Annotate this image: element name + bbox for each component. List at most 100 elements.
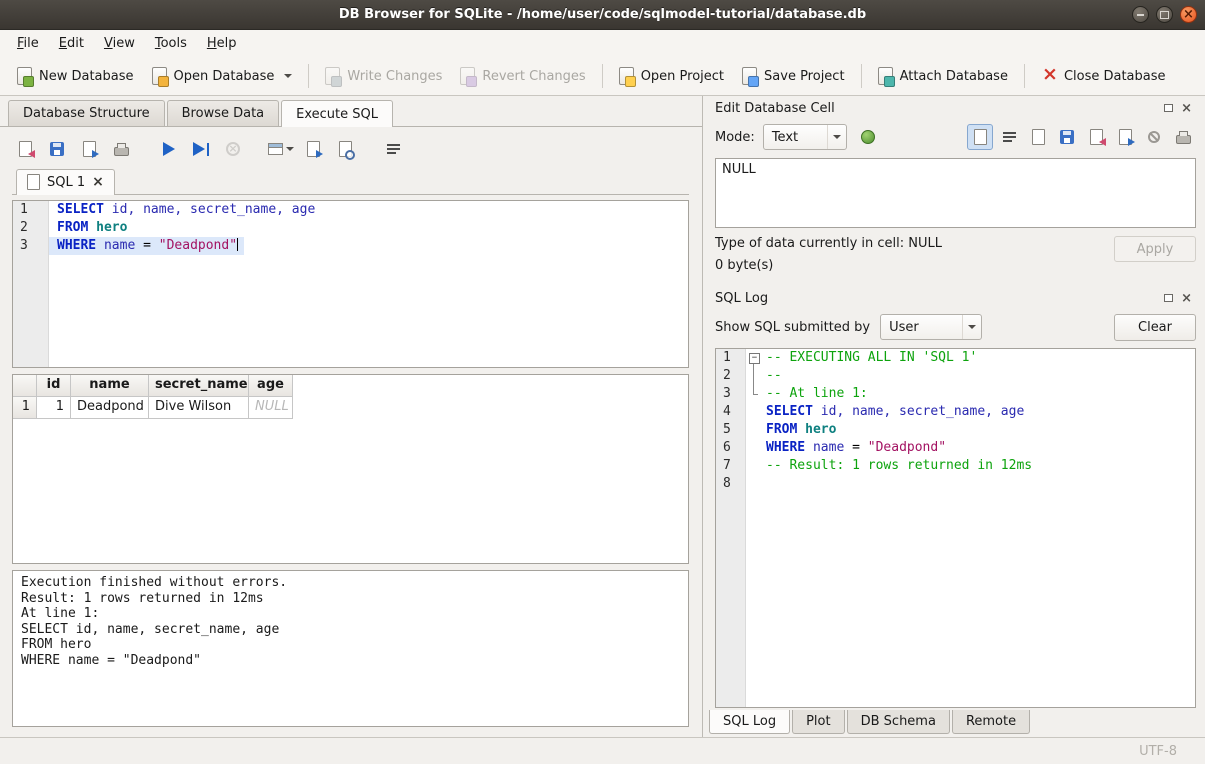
save-sql-file-as-button[interactable] — [76, 136, 102, 162]
save-cell-button[interactable] — [1054, 124, 1080, 150]
app-window: DB Browser for SQLite - /home/user/code/… — [0, 0, 1205, 764]
set-null-button[interactable] — [1141, 124, 1167, 150]
save-project-button[interactable]: Save Project — [733, 62, 854, 90]
sql-file-icon — [27, 174, 40, 190]
cell-size-info: 0 byte(s) — [715, 258, 1114, 273]
cell-editor[interactable]: NULL — [715, 158, 1196, 228]
open-project-button[interactable]: Open Project — [610, 62, 733, 90]
message-line: WHERE name = "Deadpond" — [21, 653, 680, 669]
titlebar[interactable]: DB Browser for SQLite - /home/user/code/… — [0, 0, 1205, 30]
results-column-header[interactable]: name — [71, 375, 149, 397]
text-view-button[interactable] — [967, 124, 993, 150]
execute-sql-body: SQL 1 × 1SELECT id, name, secret_name, a… — [0, 127, 702, 737]
cell-info-row: Type of data currently in cell: NULL 0 b… — [708, 228, 1196, 286]
save-sql-file-button[interactable] — [44, 136, 70, 162]
execute-line-button[interactable] — [188, 136, 214, 162]
line-number: 8 — [716, 475, 746, 493]
stop-execution-button[interactable] — [220, 136, 246, 162]
window-title: DB Browser for SQLite - /home/user/code/… — [0, 7, 1205, 22]
menu-edit[interactable]: Edit — [49, 32, 94, 55]
execute-sql-pane: Database Structure Browse Data Execute S… — [0, 96, 703, 737]
results-column-header[interactable]: id — [37, 375, 71, 397]
open-database-button[interactable]: Open Database — [143, 62, 302, 90]
sql-log-line: 4SELECT id, name, secret_name, age — [716, 403, 1195, 421]
close-panel-icon[interactable] — [1181, 101, 1192, 116]
undock-panel-icon[interactable] — [1164, 104, 1173, 112]
minimize-button[interactable] — [1132, 6, 1149, 23]
fold-toggle-icon[interactable] — [746, 349, 762, 367]
sql-editor-line[interactable]: 3WHERE name = "Deadpond" — [13, 237, 688, 255]
clear-log-button[interactable]: Clear — [1114, 314, 1196, 341]
menubar: File Edit View Tools Help — [0, 30, 1205, 57]
execution-message-box[interactable]: Execution finished without errors.Result… — [12, 570, 689, 727]
cell-content: NULL — [722, 162, 756, 177]
sql-editor-line[interactable]: 2FROM hero — [13, 219, 688, 237]
results-cell[interactable]: 1 — [37, 397, 71, 419]
print-icon — [114, 147, 129, 156]
dock-tab-sql-log[interactable]: SQL Log — [709, 710, 790, 734]
import-cell-button[interactable] — [1083, 124, 1109, 150]
close-database-button[interactable]: Close Database — [1032, 63, 1175, 89]
tab-database-structure[interactable]: Database Structure — [8, 100, 165, 126]
new-database-label: New Database — [39, 69, 134, 84]
attach-database-button[interactable]: Attach Database — [869, 62, 1017, 90]
close-tab-icon[interactable]: × — [92, 176, 104, 188]
new-sql-tab-button[interactable] — [268, 136, 294, 162]
chevron-down-icon — [827, 125, 846, 149]
fold-marker — [746, 385, 762, 403]
log-filter-select[interactable]: User — [880, 314, 982, 340]
new-database-button[interactable]: New Database — [8, 62, 143, 90]
print-sql-button[interactable] — [108, 136, 134, 162]
tab-execute-sql[interactable]: Execute SQL — [281, 100, 393, 127]
find-replace-button[interactable] — [332, 136, 358, 162]
sql-editor[interactable]: 1SELECT id, name, secret_name, age2FROM … — [12, 200, 689, 368]
line-number: 3 — [13, 237, 49, 255]
copy-cell-button[interactable] — [1025, 124, 1051, 150]
apply-button[interactable]: Apply — [1114, 236, 1196, 262]
word-wrap-cell-button[interactable] — [996, 124, 1022, 150]
export-cell-button[interactable] — [1112, 124, 1138, 150]
mode-select[interactable]: Text — [763, 124, 847, 150]
menu-help[interactable]: Help — [197, 32, 247, 55]
chevron-down-icon[interactable] — [284, 74, 292, 78]
close-panel-icon[interactable] — [1181, 291, 1192, 306]
write-changes-button[interactable]: Write Changes — [316, 62, 451, 90]
results-row-header[interactable]: 1 — [13, 397, 37, 419]
tab-browse-data[interactable]: Browse Data — [167, 100, 280, 126]
menu-file[interactable]: File — [7, 32, 49, 55]
results-cell[interactable]: Deadpond — [71, 397, 149, 419]
sql-log-line: 8 — [716, 475, 1195, 493]
dock-tab-plot[interactable]: Plot — [792, 710, 845, 734]
dock-tab-db-schema[interactable]: DB Schema — [847, 710, 950, 734]
results-column-header[interactable]: age — [249, 375, 293, 397]
results-grid[interactable]: idnamesecret_nameage11DeadpondDive Wilso… — [12, 374, 689, 564]
log-lines: 1-- EXECUTING ALL IN 'SQL 1'2--3-- At li… — [716, 349, 1195, 493]
results-corner-header[interactable] — [13, 375, 37, 397]
window-controls — [1132, 6, 1197, 23]
results-cell[interactable]: NULL — [249, 397, 293, 419]
results-cell[interactable]: Dive Wilson — [149, 397, 249, 419]
encoding-indicator[interactable]: UTF-8 — [1139, 744, 1177, 759]
apply-format-button[interactable] — [855, 124, 881, 150]
maximize-icon — [1160, 11, 1169, 19]
word-wrap-button[interactable] — [380, 136, 406, 162]
line-number: 6 — [716, 439, 746, 457]
sql-tab-strip: SQL 1 × — [12, 165, 689, 195]
open-sql-file-icon — [19, 141, 32, 157]
dock-tab-remote[interactable]: Remote — [952, 710, 1030, 734]
undock-panel-icon[interactable] — [1164, 294, 1173, 302]
sql-log-view[interactable]: 1-- EXECUTING ALL IN 'SQL 1'2--3-- At li… — [715, 348, 1196, 708]
message-line: FROM hero — [21, 637, 680, 653]
revert-changes-button[interactable]: Revert Changes — [451, 62, 594, 90]
results-column-header[interactable]: secret_name — [149, 375, 249, 397]
menu-tools[interactable]: Tools — [145, 32, 197, 55]
open-sql-file-button[interactable] — [12, 136, 38, 162]
maximize-button[interactable] — [1156, 6, 1173, 23]
sql-editor-line[interactable]: 1SELECT id, name, secret_name, age — [13, 201, 688, 219]
close-button[interactable] — [1180, 6, 1197, 23]
print-cell-button[interactable] — [1170, 124, 1196, 150]
execute-all-button[interactable] — [156, 136, 182, 162]
menu-view[interactable]: View — [94, 32, 145, 55]
sql-tab[interactable]: SQL 1 × — [16, 169, 115, 195]
export-results-button[interactable] — [300, 136, 326, 162]
